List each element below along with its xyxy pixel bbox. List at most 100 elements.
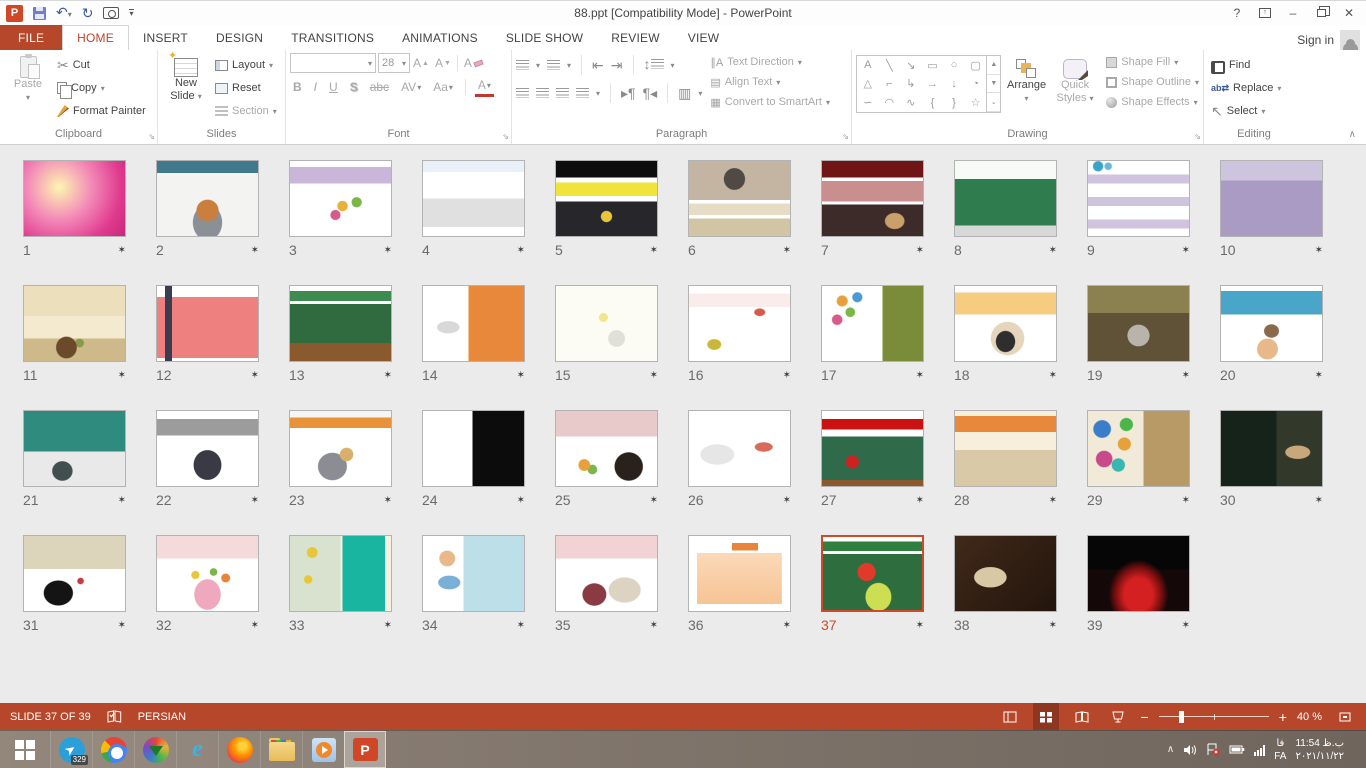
shape-icon[interactable]: ▭ [927, 59, 937, 72]
slide-thumbnail[interactable] [555, 285, 658, 362]
zoom-slider[interactable] [1159, 711, 1269, 723]
replace-button[interactable]: ab⇄Replace▾ [1208, 78, 1284, 98]
avatar[interactable] [1340, 30, 1360, 50]
taskbar-telegram[interactable]: ➤329 [50, 731, 92, 768]
transition-star-icon[interactable]: ✶ [1049, 620, 1057, 631]
zoom-slider-thumb[interactable] [1179, 711, 1184, 723]
justify-icon[interactable] [576, 88, 589, 98]
slide-thumbnail[interactable] [688, 160, 791, 237]
volume-icon[interactable] [1183, 744, 1197, 756]
taskbar-firefox[interactable] [218, 731, 260, 768]
slide-thumbnail[interactable] [1087, 535, 1190, 612]
transition-star-icon[interactable]: ✶ [650, 245, 658, 256]
shape-outline-button[interactable]: Shape Outline▾ [1106, 73, 1199, 91]
transition-star-icon[interactable]: ✶ [118, 245, 126, 256]
font-dialog-launcher-icon[interactable]: ⇘ [502, 132, 509, 141]
bullets-icon[interactable] [516, 60, 529, 70]
slide-sorter-view-icon[interactable] [1033, 703, 1059, 730]
clipboard-dialog-launcher-icon[interactable]: ⇘ [148, 132, 155, 141]
transition-star-icon[interactable]: ✶ [517, 620, 525, 631]
transition-star-icon[interactable]: ✶ [251, 495, 259, 506]
slide-thumbnail[interactable] [954, 285, 1057, 362]
shape-icon[interactable]: ◠ [885, 96, 895, 109]
transition-star-icon[interactable]: ✶ [783, 495, 791, 506]
transition-star-icon[interactable]: ✶ [916, 495, 924, 506]
shape-icon[interactable]: ◔ [972, 78, 979, 90]
shape-icon[interactable]: ☆ [971, 96, 981, 109]
format-painter-button[interactable]: Format Painter [54, 101, 149, 121]
decrease-indent-icon[interactable]: ⇤ [592, 57, 604, 73]
slide-thumbnail[interactable] [1087, 160, 1190, 237]
normal-view-icon[interactable] [997, 703, 1023, 730]
tab-insert[interactable]: INSERT [129, 25, 202, 50]
ribbon-display-options-icon[interactable]: ↑ [1252, 3, 1278, 23]
shape-icon[interactable]: ↓ [951, 78, 957, 90]
taskbar-file-explorer[interactable] [260, 731, 302, 768]
save-icon[interactable] [33, 7, 46, 20]
grow-font-button[interactable]: A▲ [410, 53, 432, 73]
redo-icon[interactable]: ↻ [82, 6, 94, 20]
transition-star-icon[interactable]: ✶ [118, 370, 126, 381]
slide-thumbnail[interactable] [422, 160, 525, 237]
align-text-button[interactable]: ▤Align Text▾ [710, 73, 830, 91]
transition-star-icon[interactable]: ✶ [1182, 620, 1190, 631]
text-shadow-button[interactable]: S [347, 77, 361, 97]
slide-thumbnail[interactable] [156, 285, 259, 362]
shape-icon[interactable]: } [952, 97, 956, 109]
find-button[interactable]: Find [1208, 55, 1284, 75]
shape-fill-button[interactable]: Shape Fill▾ [1106, 53, 1199, 71]
clear-formatting-button[interactable]: A [461, 53, 486, 73]
slide-thumbnail[interactable] [1087, 285, 1190, 362]
slide-thumbnail[interactable] [422, 410, 525, 487]
font-size-combo[interactable]: 28▾ [378, 53, 410, 73]
transition-star-icon[interactable]: ✶ [1315, 245, 1323, 256]
convert-to-smartart-button[interactable]: ▦Convert to SmartArt▾ [710, 93, 830, 111]
cut-button[interactable]: ✂Cut [54, 55, 149, 75]
underline-button[interactable]: U [326, 77, 341, 97]
transition-star-icon[interactable]: ✶ [1049, 245, 1057, 256]
shape-icon[interactable]: ╲ [886, 59, 893, 72]
strikethrough-button[interactable]: abc [367, 77, 392, 97]
columns-icon[interactable]: ▥ [678, 85, 691, 101]
italic-button[interactable]: I [311, 77, 320, 97]
tab-view[interactable]: VIEW [674, 25, 733, 50]
slide-show-icon[interactable] [1105, 703, 1131, 730]
change-case-button[interactable]: Aa▾ [430, 77, 456, 97]
tab-review[interactable]: REVIEW [597, 25, 674, 50]
copy-button[interactable]: Copy▾ [54, 78, 149, 98]
shape-icon[interactable]: ↳ [906, 77, 915, 90]
collapse-ribbon-icon[interactable]: ∧ [1349, 129, 1356, 140]
arrange-button[interactable]: Arrange▾ [1003, 53, 1049, 105]
shape-icon[interactable]: { [931, 97, 935, 109]
transition-star-icon[interactable]: ✶ [783, 620, 791, 631]
shape-gallery-scrollbar[interactable]: ▲ ▼ ⌄ [986, 56, 1000, 112]
slide-thumbnail[interactable] [23, 160, 126, 237]
shape-icon[interactable]: ∿ [906, 96, 915, 109]
slide-thumbnail[interactable] [156, 160, 259, 237]
zoom-level[interactable]: 40 % [1297, 711, 1322, 723]
taskbar-powerpoint[interactable]: P [344, 731, 386, 768]
transition-star-icon[interactable]: ✶ [384, 495, 392, 506]
slide-thumbnail[interactable] [821, 285, 924, 362]
help-icon[interactable]: ? [1224, 3, 1250, 23]
rtl-direction-icon[interactable]: ¶◂ [643, 85, 658, 101]
taskbar-media-player[interactable] [302, 731, 344, 768]
transition-star-icon[interactable]: ✶ [118, 495, 126, 506]
slide-thumbnail[interactable] [821, 160, 924, 237]
restore-button[interactable] [1308, 3, 1334, 23]
slide-thumbnail[interactable] [555, 160, 658, 237]
bold-button[interactable]: B [290, 77, 305, 97]
clock[interactable]: ب.ظ 11:54 ۲۰۲۱/۱۱/۲۲ [1295, 737, 1346, 763]
transition-star-icon[interactable]: ✶ [916, 245, 924, 256]
slide-thumbnail[interactable] [954, 410, 1057, 487]
taskbar-idm[interactable] [134, 731, 176, 768]
minimize-button[interactable]: – [1280, 3, 1306, 23]
transition-star-icon[interactable]: ✶ [916, 620, 924, 631]
section-button[interactable]: Section▾ [212, 101, 280, 121]
shape-icon[interactable]: ⌐ [886, 78, 892, 90]
start-from-beginning-icon[interactable] [103, 7, 119, 19]
quick-styles-button[interactable]: Quick Styles ▾ [1052, 53, 1098, 105]
ltr-direction-icon[interactable]: ▸¶ [621, 85, 636, 101]
slide-thumbnail[interactable] [1220, 160, 1323, 237]
shape-icon[interactable]: → [927, 78, 938, 90]
